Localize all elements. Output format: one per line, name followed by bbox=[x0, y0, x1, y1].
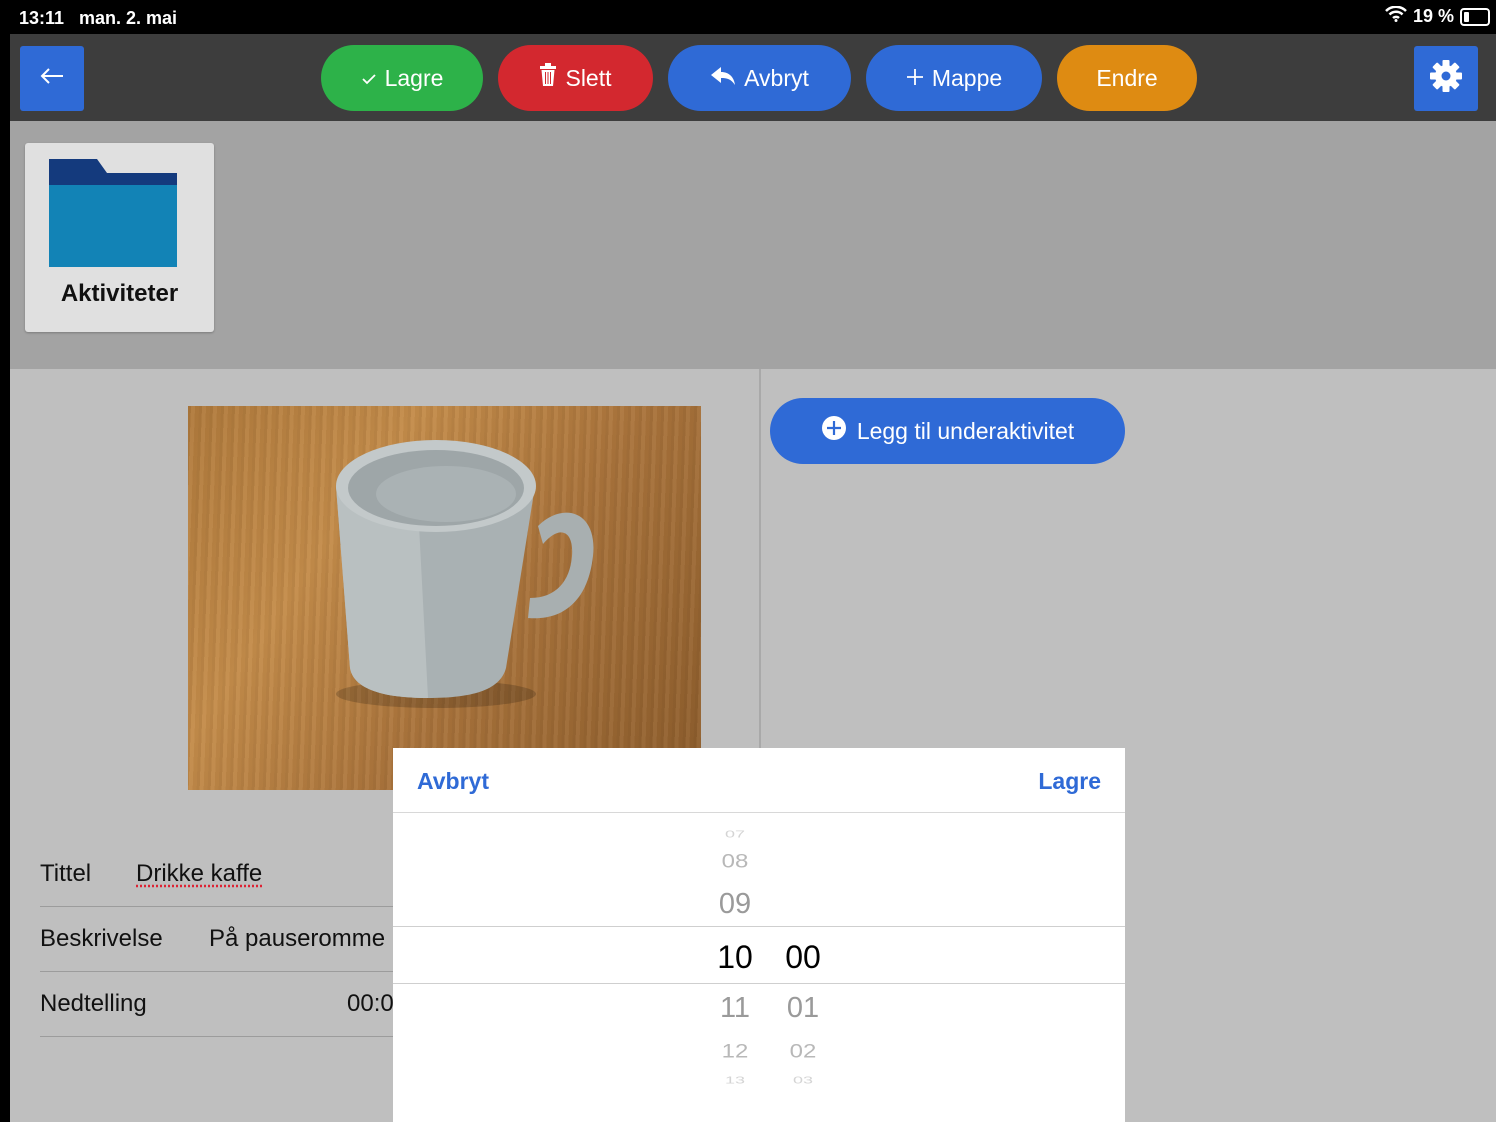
description-value[interactable]: På pauseromme bbox=[209, 925, 385, 953]
minute-option[interactable]: 01 bbox=[773, 992, 833, 1025]
description-row: Beskrivelse På pauseromme bbox=[40, 907, 420, 972]
trash-icon bbox=[539, 63, 557, 93]
countdown-label: Nedtelling bbox=[40, 990, 147, 1017]
time-picker: Avbryt Lagre 07 08 09 10 11 12 13 00 01 … bbox=[393, 748, 1125, 1122]
toolbar: Lagre Slett Avbryt Mappe Endre bbox=[10, 34, 1496, 121]
hour-option[interactable]: 13 bbox=[705, 1075, 765, 1087]
description-label: Beskrivelse bbox=[40, 925, 163, 952]
status-right: 19 % bbox=[1385, 5, 1490, 27]
hour-selected[interactable]: 10 bbox=[705, 939, 765, 976]
status-time: 13:11 bbox=[19, 8, 65, 28]
wifi-icon bbox=[1385, 5, 1407, 27]
minute-selected[interactable]: 00 bbox=[773, 939, 833, 976]
slett-label: Slett bbox=[565, 64, 612, 91]
lagre-button[interactable]: Lagre bbox=[321, 45, 483, 111]
battery-icon bbox=[1460, 7, 1490, 26]
title-label: Tittel bbox=[40, 860, 92, 887]
status-date: man. 2. mai bbox=[79, 8, 178, 28]
activity-image[interactable] bbox=[188, 406, 701, 790]
mappe-label: Mappe bbox=[931, 64, 1003, 91]
avbryt-label: Avbryt bbox=[744, 64, 809, 91]
countdown-row: Nedtelling 00:0 bbox=[40, 972, 420, 1037]
mug-picture bbox=[336, 440, 594, 708]
time-picker-header: Avbryt Lagre bbox=[393, 748, 1125, 813]
folder-tile-aktiviteter[interactable]: Aktiviteter bbox=[25, 143, 214, 332]
lagre-label: Lagre bbox=[384, 64, 444, 91]
minute-option[interactable]: 03 bbox=[773, 1075, 833, 1087]
status-bar: 13:11 man. 2. mai 19 % bbox=[10, 0, 1496, 34]
hour-option[interactable]: 09 bbox=[705, 888, 765, 921]
check-icon bbox=[361, 65, 377, 92]
battery-percent: 19 % bbox=[1412, 6, 1454, 26]
new-folder-button[interactable]: Mappe bbox=[866, 45, 1042, 111]
slett-button[interactable]: Slett bbox=[498, 45, 653, 111]
plus-circle-icon bbox=[821, 415, 847, 447]
settings-button[interactable] bbox=[1414, 46, 1478, 111]
hour-option[interactable]: 12 bbox=[705, 1041, 765, 1063]
title-row: Tittel Drikke kaffe bbox=[40, 842, 420, 907]
add-subactivity-button[interactable]: Legg til underaktivitet bbox=[770, 398, 1125, 464]
reply-icon bbox=[710, 65, 736, 92]
screen: 13:11 man. 2. mai 19 % Lagre Slett Avbry… bbox=[10, 0, 1496, 1122]
endre-button[interactable]: Endre bbox=[1057, 45, 1197, 111]
folder-label: Aktiviteter bbox=[60, 280, 179, 307]
hour-option[interactable]: 11 bbox=[705, 992, 765, 1025]
hour-option[interactable]: 08 bbox=[705, 851, 765, 873]
arrow-left-icon bbox=[39, 66, 65, 91]
avbryt-button[interactable]: Avbryt bbox=[668, 45, 851, 111]
plus-icon bbox=[906, 65, 924, 92]
countdown-value[interactable]: 00:0 bbox=[347, 990, 394, 1018]
hour-option[interactable]: 07 bbox=[705, 829, 765, 841]
title-value[interactable]: Drikke kaffe bbox=[136, 860, 262, 888]
back-button[interactable] bbox=[20, 46, 84, 111]
endre-label: Endre bbox=[1096, 64, 1158, 91]
picker-cancel-button[interactable]: Avbryt bbox=[417, 768, 489, 795]
panel-divider bbox=[759, 369, 761, 749]
gear-icon bbox=[1429, 59, 1463, 98]
folder-area: Aktiviteter bbox=[10, 121, 1496, 369]
picker-save-button[interactable]: Lagre bbox=[1038, 768, 1101, 795]
add-subactivity-label: Legg til underaktivitet bbox=[856, 417, 1075, 444]
minute-option[interactable]: 02 bbox=[773, 1041, 833, 1063]
